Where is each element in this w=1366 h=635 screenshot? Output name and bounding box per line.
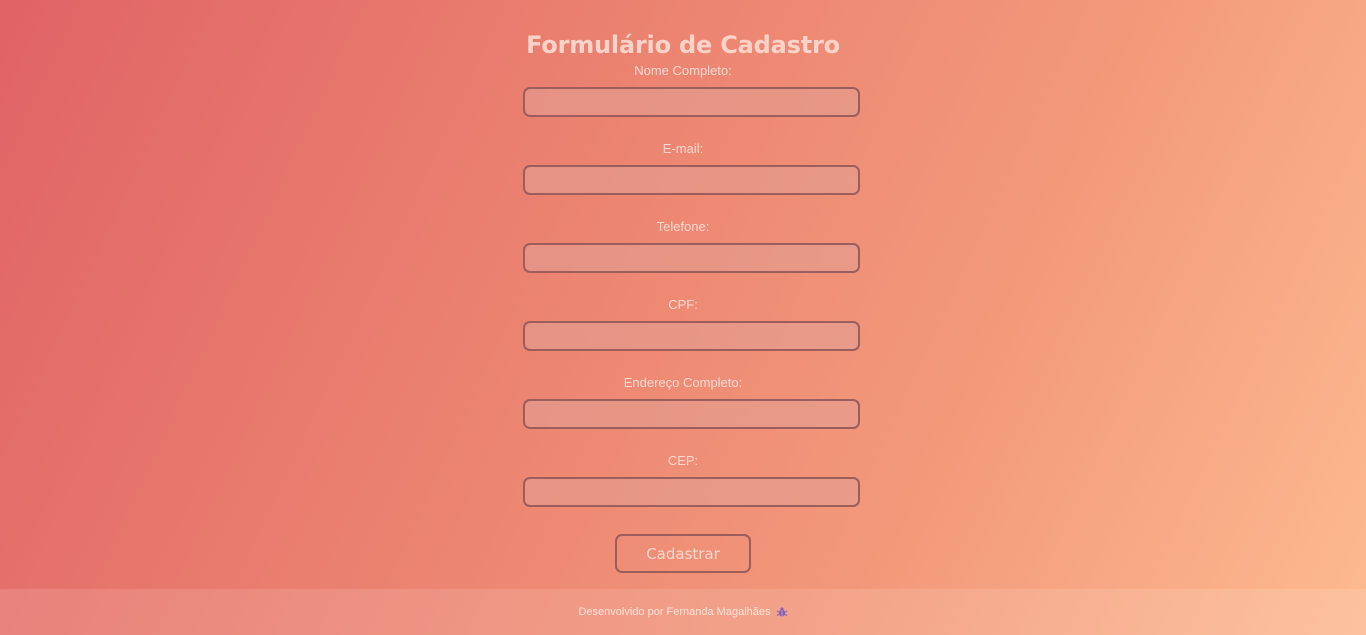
field-cpf: CPF: (0, 297, 1366, 375)
field-nome-completo: Nome Completo: (0, 63, 1366, 141)
field-email: E-mail: (0, 141, 1366, 219)
footer: Desenvolvido por Fernanda Magalhães (0, 589, 1366, 635)
endereco-label: Endereço Completo: (623, 375, 743, 390)
field-telefone: Telefone: (0, 219, 1366, 297)
nome-completo-label: Nome Completo: (634, 63, 732, 78)
telefone-label: Telefone: (656, 219, 710, 234)
page-title: Formulário de Cadastro (526, 31, 840, 60)
cep-label: CEP: (667, 453, 699, 468)
cep-input[interactable] (523, 477, 860, 507)
field-endereco: Endereço Completo: (0, 375, 1366, 453)
email-input[interactable] (523, 165, 860, 195)
nome-completo-input[interactable] (523, 87, 860, 117)
registration-form: Nome Completo: E-mail: Telefone: CPF: En… (0, 63, 1366, 531)
cpf-label: CPF: (668, 297, 698, 312)
footer-credit: Desenvolvido por Fernanda Magalhães (578, 606, 771, 618)
endereco-input[interactable] (523, 399, 860, 429)
telefone-input[interactable] (523, 243, 860, 273)
field-cep: CEP: (0, 453, 1366, 531)
cadastrar-button[interactable]: Cadastrar (615, 534, 751, 573)
cpf-input[interactable] (523, 321, 860, 351)
email-label: E-mail: (662, 141, 704, 156)
bug-icon (776, 606, 788, 618)
